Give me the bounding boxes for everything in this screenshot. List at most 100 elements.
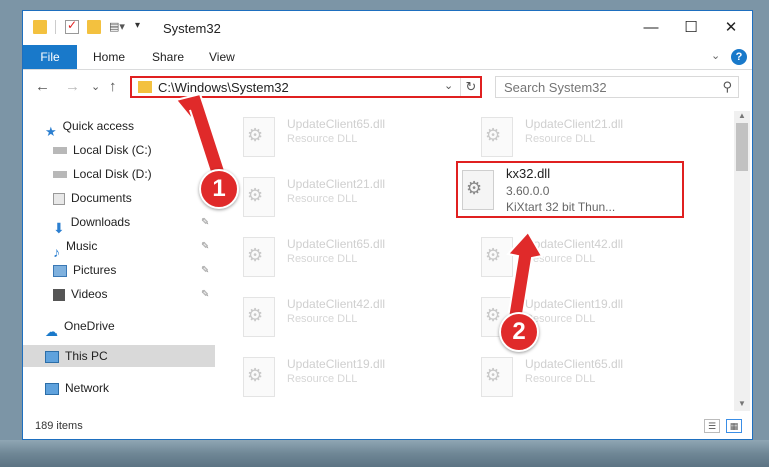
window-title: System32 [163, 21, 221, 36]
sidebar-item-label: This PC [65, 349, 108, 363]
documents-icon [53, 192, 65, 205]
back-button[interactable]: ← [35, 78, 50, 95]
file-item[interactable]: ⚙ UpdateClient21.dll Resource DLL [237, 173, 457, 221]
large-icons-view-icon[interactable]: ▦ [726, 419, 742, 433]
recent-locations-button[interactable]: ⌄ [91, 80, 100, 93]
scrollbar-thumb[interactable] [736, 123, 748, 171]
help-icon[interactable]: ? [731, 49, 747, 65]
sidebar-item-label: OneDrive [64, 319, 115, 333]
sidebar-item-this-pc[interactable]: This PC [23, 345, 215, 367]
pin-icon[interactable]: ✎ [201, 241, 209, 252]
status-bar: 189 items ☰ ▦ [23, 415, 752, 439]
search-box[interactable]: ⚲ [495, 76, 739, 98]
sidebar-item-local-disk-d[interactable]: Local Disk (D:) [53, 163, 152, 185]
file-name: UpdateClient19.dll [287, 357, 386, 371]
file-name: UpdateClient65.dll [287, 237, 386, 251]
minimize-button[interactable]: — [631, 11, 671, 45]
step-badge-1: 1 [199, 169, 239, 209]
gear-icon: ⚙ [247, 365, 264, 385]
ribbon-collapse-icon[interactable]: ⌄ [711, 49, 720, 62]
file-item[interactable]: ⚙ UpdateClient19.dll Resource DLL [237, 353, 457, 401]
folder-icon [33, 20, 47, 34]
file-name: kx32.dll [506, 166, 551, 181]
file-list: ⚙ UpdateClient65.dll Resource DLL ⚙ UpdateC… [217, 107, 734, 411]
sidebar-item-label: Local Disk (D:) [73, 167, 152, 181]
qat-dropdown-icon[interactable]: ▾ [135, 20, 149, 34]
details-view-icon[interactable]: ☰ [704, 419, 720, 433]
file-item[interactable]: ⚙ UpdateClient42.dll Resource DLL [475, 233, 695, 281]
close-button[interactable]: ✕ [711, 11, 751, 45]
new-folder-icon[interactable] [87, 20, 101, 34]
tab-view[interactable]: View [209, 45, 235, 69]
sidebar-item-quick-access[interactable]: ★ Quick access [45, 115, 134, 139]
videos-icon [53, 288, 65, 301]
pin-icon[interactable]: ✎ [201, 289, 209, 300]
pin-icon[interactable]: ✎ [201, 217, 209, 228]
sidebar-item-videos[interactable]: Videos [53, 283, 107, 305]
gear-icon: ⚙ [485, 365, 502, 385]
file-name: UpdateClient19.dll [525, 297, 624, 311]
tab-home[interactable]: Home [93, 45, 125, 69]
vertical-scrollbar[interactable]: ▲ ▼ [734, 111, 750, 411]
title-bar: ✓ ▤▾ ▾ System32 — ☐ ✕ [23, 11, 752, 45]
refresh-button[interactable]: ↻ [460, 78, 481, 96]
up-button[interactable]: ↑ [109, 78, 117, 95]
file-name: UpdateClient42.dll [525, 237, 624, 251]
file-item[interactable]: ⚙ UpdateClient65.dll Resource DLL [475, 353, 695, 401]
properties-icon[interactable]: ✓ [65, 18, 79, 34]
desktop-background [0, 440, 769, 467]
address-dropdown-icon[interactable]: ⌄ [444, 79, 453, 92]
sidebar-item-music[interactable]: ♪ Music [53, 235, 97, 260]
drive-icon [53, 171, 67, 179]
scroll-down-icon[interactable]: ▼ [738, 399, 746, 408]
address-path[interactable]: C:\Windows\System32 [158, 80, 289, 95]
file-name: UpdateClient65.dll [287, 117, 386, 131]
maximize-button[interactable]: ☐ [671, 11, 711, 45]
drive-icon [53, 147, 67, 155]
file-description: Resource DLL [287, 253, 358, 265]
star-icon: ★ [45, 123, 57, 139]
tab-file[interactable]: File [23, 45, 77, 69]
sidebar-item-pictures[interactable]: Pictures [53, 259, 116, 281]
tab-share[interactable]: Share [152, 45, 184, 69]
gear-icon: ⚙ [485, 305, 502, 325]
file-description: Resource DLL [525, 373, 596, 385]
file-item[interactable]: ⚙ UpdateClient42.dll Resource DLL [237, 293, 457, 341]
file-description: KiXtart 32 bit Thun... [506, 200, 616, 214]
scroll-up-icon[interactable]: ▲ [738, 111, 746, 120]
sidebar-item-label: Network [65, 381, 110, 395]
sidebar-item-label: Pictures [73, 263, 117, 277]
cloud-icon: ☁ [45, 323, 58, 339]
file-item[interactable]: ⚙ UpdateClient65.dll Resource DLL [237, 113, 457, 161]
sidebar-item-onedrive[interactable]: ☁ OneDrive [45, 315, 115, 339]
gear-icon: ⚙ [485, 245, 502, 265]
search-input[interactable] [502, 79, 706, 96]
separator [55, 20, 56, 34]
file-item[interactable]: ⚙ UpdateClient65.dll Resource DLL [237, 233, 457, 281]
gear-icon: ⚙ [247, 245, 264, 265]
customize-toolbar-icon[interactable]: ▤▾ [109, 20, 127, 34]
highlighted-file-item[interactable]: ⚙ kx32.dll 3.60.0.0 KiXtart 32 bit Thun.… [456, 161, 684, 218]
file-description: Resource DLL [525, 253, 596, 265]
address-bar[interactable]: C:\Windows\System32 ⌄ ↻ [130, 76, 482, 98]
file-item[interactable]: ⚙ UpdateClient21.dll Resource DLL [475, 113, 695, 161]
gear-icon: ⚙ [247, 185, 264, 205]
file-name: UpdateClient42.dll [287, 297, 386, 311]
pin-icon[interactable]: ✎ [201, 145, 209, 156]
gear-icon: ⚙ [466, 178, 483, 198]
file-name: UpdateClient21.dll [287, 177, 386, 191]
sidebar-item-local-disk-c[interactable]: Local Disk (C:) [53, 139, 152, 161]
sidebar-item-downloads[interactable]: ⬇ Downloads [53, 211, 130, 236]
file-description: Resource DLL [287, 193, 358, 205]
pin-icon[interactable]: ✎ [201, 265, 209, 276]
sidebar-item-network[interactable]: Network [45, 377, 109, 399]
search-icon[interactable]: ⚲ [722, 79, 732, 95]
forward-button[interactable]: → [65, 78, 80, 95]
music-icon: ♪ [53, 243, 60, 260]
file-name: UpdateClient65.dll [525, 357, 624, 371]
sidebar-item-documents[interactable]: Documents [53, 187, 132, 209]
sidebar-item-label: Videos [71, 287, 108, 301]
item-count: 189 items [35, 420, 83, 432]
file-name: UpdateClient21.dll [525, 117, 624, 131]
folder-icon [138, 81, 152, 93]
